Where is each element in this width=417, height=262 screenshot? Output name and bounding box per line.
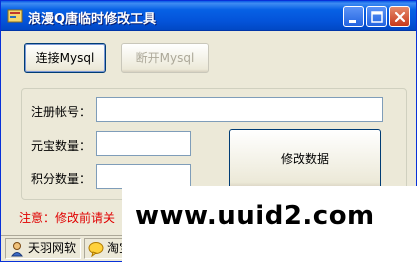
title-bar[interactable]: 浪漫Q唐临时修改工具 bbox=[1, 1, 416, 31]
disconnect-mysql-button[interactable]: 断开Mysql bbox=[121, 43, 209, 73]
watermark-text: www.uuid2.com bbox=[135, 201, 375, 231]
minimize-icon bbox=[349, 20, 356, 23]
window-title: 浪漫Q唐临时修改工具 bbox=[28, 12, 157, 27]
chat-bubble-icon bbox=[88, 242, 104, 257]
connect-mysql-button[interactable]: 连接Mysql bbox=[24, 43, 106, 73]
maximize-icon bbox=[371, 11, 383, 23]
account-field[interactable] bbox=[96, 97, 383, 122]
modify-data-button[interactable]: 修改数据 bbox=[229, 129, 381, 189]
notice-text: 注意：修改前请关 bbox=[19, 211, 116, 225]
account-label: 注册帐号： bbox=[31, 105, 92, 119]
close-icon bbox=[394, 11, 406, 23]
app-icon bbox=[7, 9, 23, 23]
minimize-button[interactable] bbox=[343, 6, 364, 27]
maximize-button[interactable] bbox=[366, 6, 387, 27]
points-label: 积分数量： bbox=[31, 172, 92, 186]
watermark-overlay: www.uuid2.com bbox=[122, 186, 417, 262]
status-pane-label: 天羽网软 bbox=[28, 241, 77, 255]
yuanbao-label: 元宝数量： bbox=[31, 139, 92, 153]
yuanbao-field[interactable] bbox=[96, 131, 191, 156]
status-pane-tianyu[interactable]: 天羽网软 bbox=[5, 238, 81, 259]
close-button[interactable] bbox=[389, 6, 410, 27]
tianyu-icon bbox=[11, 242, 23, 257]
